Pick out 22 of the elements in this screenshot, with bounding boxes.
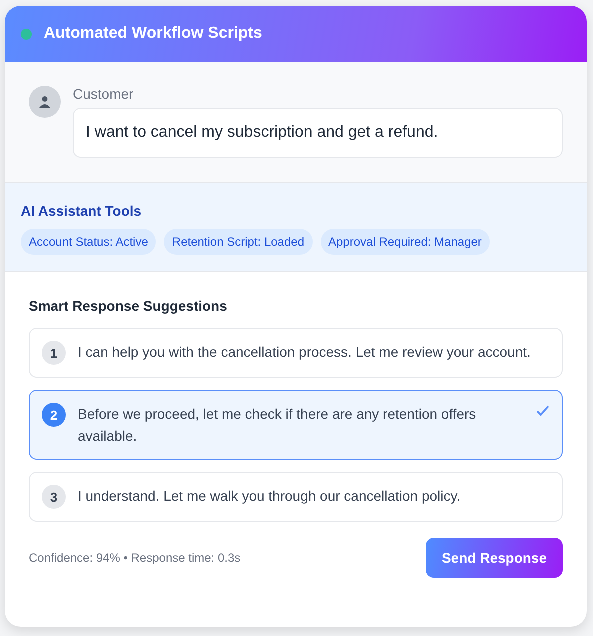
section-title: AI Assistant Tools <box>21 203 143 219</box>
suggestion-text: I can help you with the cancellation process. Let me review your account. <box>78 343 532 362</box>
suggestion-option[interactable]: 3 I understand. Let me walk you through our cancellation policy. <box>29 472 563 522</box>
customer-message: I want to cancel my subscription and get a refund. <box>73 108 563 158</box>
customer-label: Customer <box>73 86 135 102</box>
section-title: Smart Response Suggestions <box>29 298 228 314</box>
number-badge: 3 <box>42 485 66 509</box>
suggestion-text: Before we proceed, let me check if there are any retention offers available. <box>78 405 478 446</box>
check-icon <box>536 405 550 417</box>
suggestion-option[interactable]: 1 I can help you with the cancellation process. Let me review your account. <box>29 328 563 378</box>
suggestion-option[interactable]: 2 Before we proceed, let me check if there are any retention offers available. <box>29 390 563 460</box>
status-tag: Retention Script: Loaded <box>164 229 312 255</box>
send-button[interactable]: Send Response <box>426 538 563 578</box>
stats-text: Confidence: 94% • Response time: 0.3s <box>29 551 241 565</box>
suggestion-text: I understand. Let me walk you through our cancellation policy. <box>78 487 462 506</box>
window-title: Automated Workflow Scripts <box>44 25 262 43</box>
status-tag: Account Status: Active <box>21 229 156 255</box>
status-tag: Approval Required: Manager <box>320 229 490 255</box>
status-dot <box>21 28 32 40</box>
avatar-icon <box>29 86 61 118</box>
number-badge: 2 <box>42 403 66 427</box>
number-badge: 1 <box>42 341 66 365</box>
